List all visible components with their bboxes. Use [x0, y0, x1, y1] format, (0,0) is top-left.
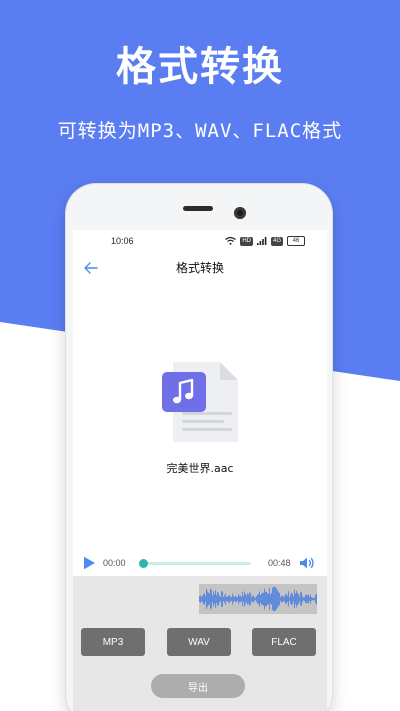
signal-icon [256, 237, 267, 245]
music-file-icon [162, 362, 238, 442]
audio-waveform[interactable] [199, 584, 317, 614]
hd-badge: HD [240, 236, 253, 246]
flac-format-button[interactable]: FLAC [252, 628, 316, 656]
page-title: 格式转换 [175, 261, 224, 275]
file-name: 完美世界.aac [166, 462, 234, 475]
phone-speaker [183, 206, 213, 211]
promo-subtitle: 可转换为MP3、WAV、FLAC格式 [57, 120, 343, 142]
wav-format-button[interactable]: WAV [167, 628, 231, 656]
current-time: 00:00 [103, 558, 126, 568]
network-badge: 4G [270, 236, 283, 246]
total-time: 00:48 [268, 558, 291, 568]
nav-bar: 格式转换 [73, 254, 327, 282]
status-icons: HD 4G 46 [225, 236, 305, 246]
volume-button[interactable] [299, 555, 315, 571]
play-button[interactable] [82, 556, 96, 570]
status-bar: 10:06 HD 4G 46 [73, 230, 327, 252]
mp3-format-button[interactable]: MP3 [81, 628, 145, 656]
wifi-icon [225, 237, 237, 245]
progress-handle[interactable] [139, 559, 148, 568]
promo-title: 格式转换 [116, 44, 284, 90]
format-options: MP3 WAV FLAC [73, 628, 327, 656]
export-button[interactable]: 导出 [151, 674, 245, 698]
status-time: 10:06 [111, 236, 134, 246]
phone-camera [234, 207, 246, 219]
audio-player: 00:00 00:48 [73, 552, 327, 574]
progress-slider[interactable] [139, 559, 251, 568]
conversion-panel: MP3 WAV FLAC 导出 [73, 576, 327, 711]
app-screen: 10:06 HD 4G 46 格式转换 完美世界.aac 00:00 00:48… [73, 230, 327, 711]
battery-icon: 46 [287, 236, 305, 246]
app-promo-page: 格式转换 可转换为MP3、WAV、FLAC格式 10:06 HD 4G 46 格… [0, 0, 400, 711]
